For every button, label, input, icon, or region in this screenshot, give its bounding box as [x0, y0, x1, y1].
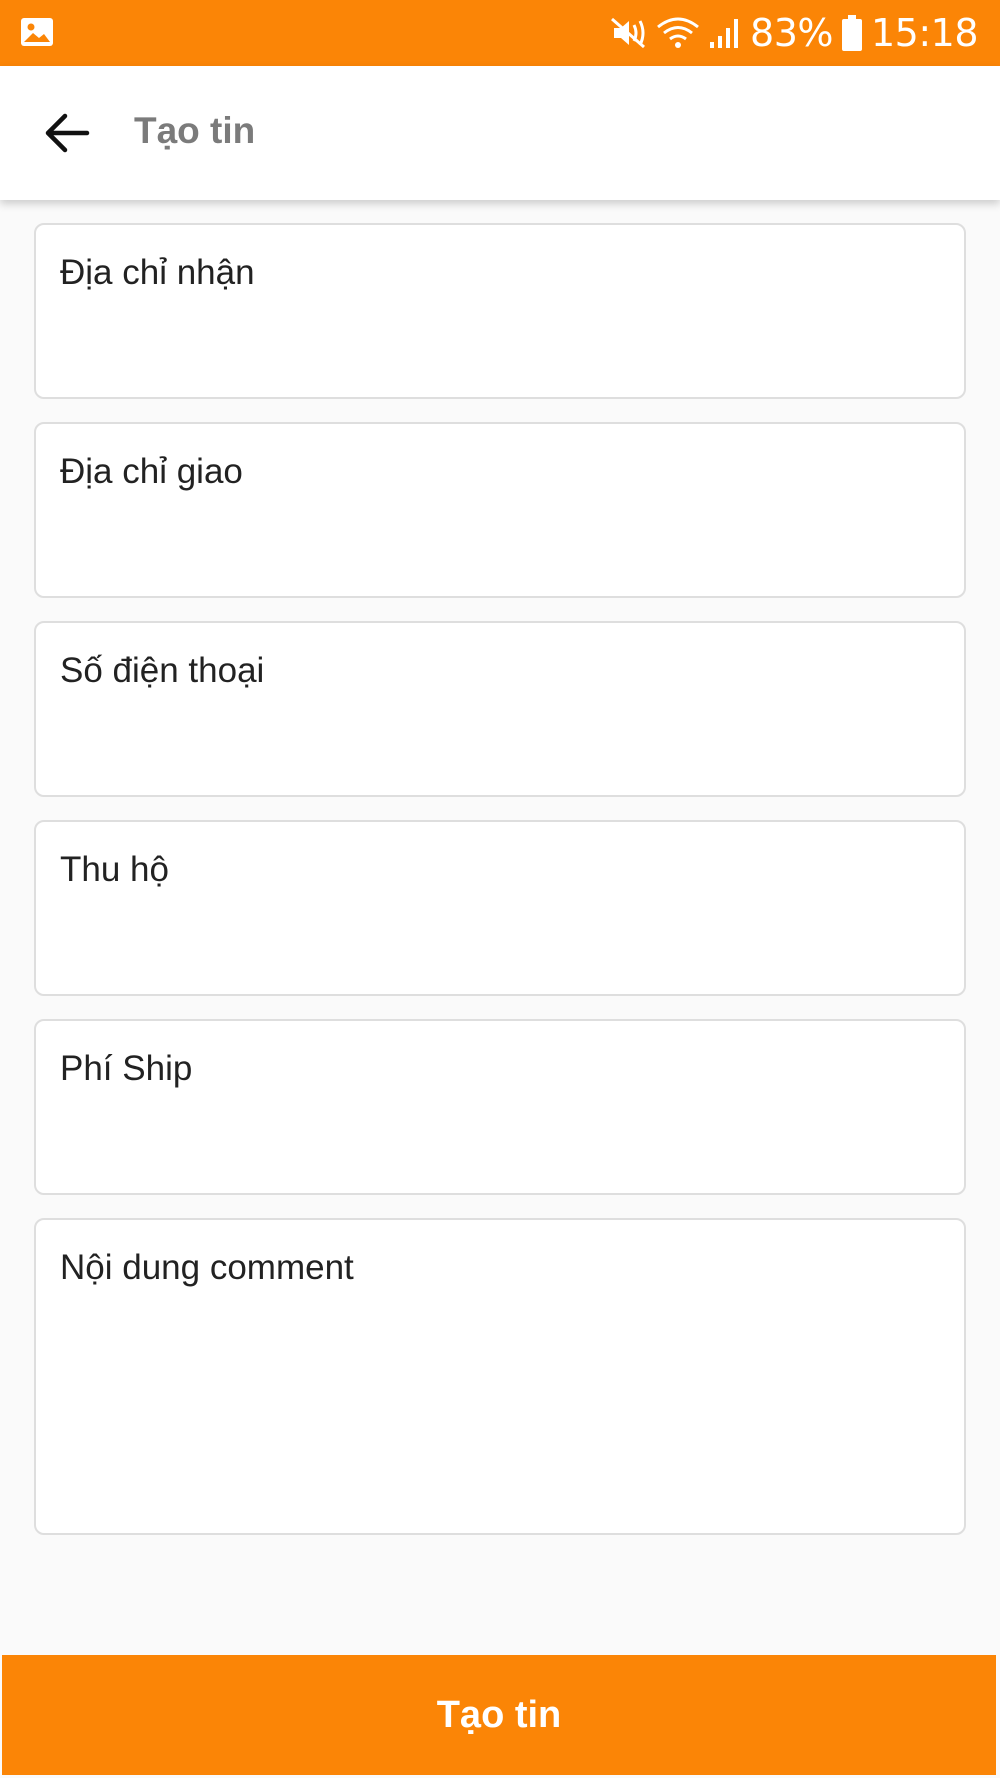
arrow-left-icon	[45, 113, 90, 153]
create-post-button[interactable]: Tạo tin	[2, 1655, 996, 1775]
battery-percent: 83%	[750, 11, 833, 55]
clock: 15:18	[870, 11, 979, 55]
comment-content-field[interactable]: Nội dung comment	[34, 1218, 966, 1535]
status-indicators: 83% 15:18	[608, 0, 979, 66]
app-bar: Tạo tin	[0, 66, 1000, 200]
signal-icon	[710, 19, 739, 48]
pickup-address-field[interactable]: Địa chỉ nhận	[34, 223, 966, 399]
wifi-icon	[657, 17, 699, 48]
status-bar: 83% 15:18	[0, 0, 1000, 66]
cod-amount-field[interactable]: Thu hộ	[34, 820, 966, 996]
mute-icon	[611, 17, 646, 49]
gallery-icon	[21, 18, 53, 46]
create-post-form: Địa chỉ nhận Địa chỉ giao Số điện thoại …	[34, 223, 966, 1558]
delivery-address-field[interactable]: Địa chỉ giao	[34, 422, 966, 598]
back-button[interactable]	[30, 98, 104, 168]
page-title: Tạo tin	[134, 110, 256, 151]
shipping-fee-field[interactable]: Phí Ship	[34, 1019, 966, 1195]
battery-icon	[841, 15, 862, 51]
phone-number-field[interactable]: Số điện thoại	[34, 621, 966, 797]
